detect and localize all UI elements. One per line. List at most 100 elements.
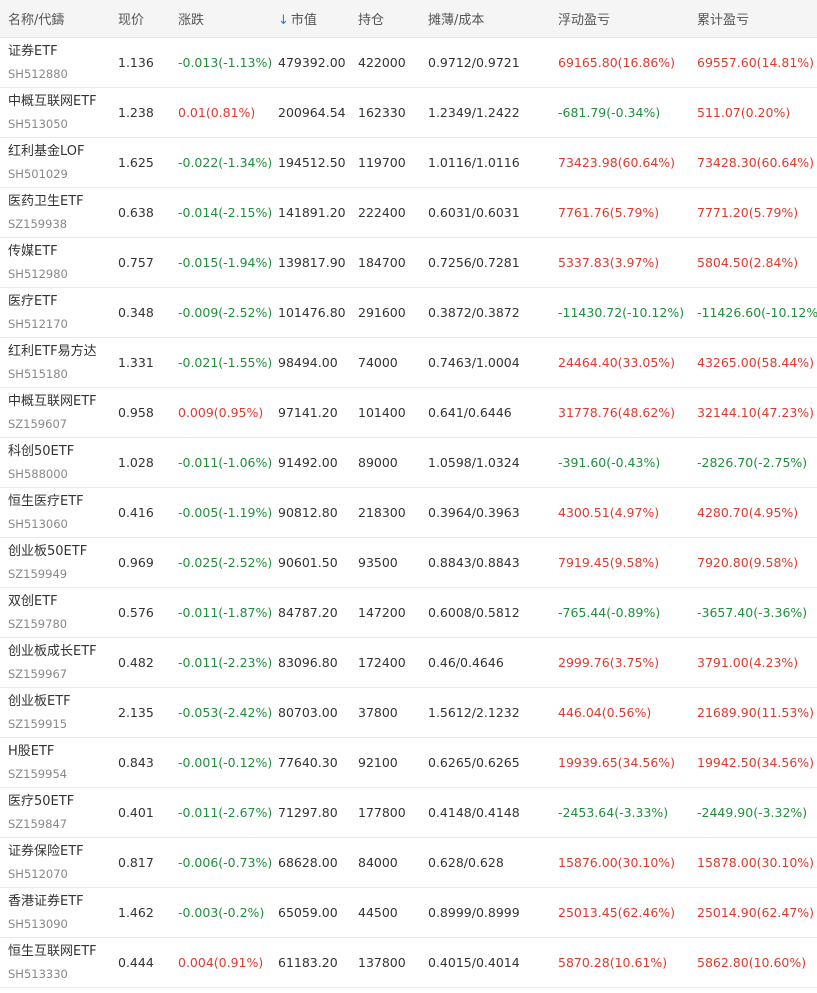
cell-market-value: 194512.50 [278, 155, 346, 170]
table-row[interactable]: 证券保险ETF SH512070 0.817 -0.006(-0.73%) 68628.… [0, 838, 817, 888]
cell-market-value: 77640.30 [278, 755, 338, 770]
fund-name[interactable]: 香港证券ETF [8, 893, 84, 911]
fund-name[interactable]: 医疗50ETF [8, 793, 74, 811]
fund-name[interactable]: 证券ETF [8, 43, 68, 61]
table-row[interactable]: 中概互联网ETF SZ159607 0.958 0.009(0.95%) 97141.2… [0, 388, 817, 438]
cell-position: 422000 [358, 55, 406, 70]
fund-code: SZ159847 [8, 817, 68, 831]
table-row[interactable]: 创业板50ETF SZ159949 0.969 -0.025(-2.52%) 90601… [0, 538, 817, 588]
cell-cost: 0.4148/0.4148 [428, 805, 520, 820]
fund-name[interactable]: 科创50ETF [8, 443, 74, 461]
table-row[interactable]: 双创ETF SZ159780 0.576 -0.011(-1.87%) 84787.20… [0, 588, 817, 638]
fund-name[interactable]: 创业板ETF [8, 693, 71, 711]
cell-change: -0.021(-1.55%) [178, 355, 273, 370]
fund-name[interactable]: 双创ETF [8, 593, 67, 611]
cell-market-value: 101476.80 [278, 305, 346, 320]
header-float-pl[interactable]: 浮动盈亏 [558, 9, 610, 28]
header-price[interactable]: 现价 [118, 9, 144, 28]
fund-name[interactable]: 恒生医疗ETF [8, 493, 84, 511]
table-row[interactable]: 红利基金LOF SH501029 1.625 -0.022(-1.34%) 194512… [0, 138, 817, 188]
cell-float-pl: 73423.98(60.64%) [558, 155, 676, 170]
holdings-table: 名称/代鑄 现价 涨跌 ↓ 市值 持仓 摊薄/成本 浮动盈亏 累计盈亏 证券ETF… [0, 0, 817, 988]
cell-position: 172400 [358, 655, 406, 670]
cell-float-pl: 5870.28(10.61%) [558, 955, 668, 970]
fund-name[interactable]: 中概互联网ETF [8, 93, 97, 111]
header-cost[interactable]: 摊薄/成本 [428, 9, 484, 28]
table-row[interactable]: 恒生互联网ETF SH513330 0.444 0.004(0.91%) 61183.2… [0, 938, 817, 988]
cell-position: 137800 [358, 955, 406, 970]
cell-change: -0.014(-2.15%) [178, 205, 273, 220]
table-row[interactable]: 科创50ETF SH588000 1.028 -0.011(-1.06%) 91492.… [0, 438, 817, 488]
cell-position: 222400 [358, 205, 406, 220]
cell-name-code: 恒生医疗ETF SH513060 [8, 493, 84, 533]
header-position[interactable]: 持仓 [358, 9, 384, 28]
table-row[interactable]: 红利ETF易方达 SH515180 1.331 -0.021(-1.55%) 98494… [0, 338, 817, 388]
header-name-code[interactable]: 名称/代鑄 [8, 9, 64, 28]
header-total-pl[interactable]: 累计盈亏 [697, 9, 749, 28]
cell-price: 1.136 [118, 55, 154, 70]
fund-name[interactable]: 医药卫生ETF [8, 193, 84, 211]
cell-float-pl: -391.60(-0.43%) [558, 455, 661, 470]
table-row[interactable]: 证券ETF SH512880 1.136 -0.013(-1.13%) 479392.0… [0, 38, 817, 88]
table-row[interactable]: 医疗ETF SH512170 0.348 -0.009(-2.52%) 101476.8… [0, 288, 817, 338]
cell-total-pl: 21689.90(11.53%) [697, 705, 815, 720]
cell-price: 0.817 [118, 855, 154, 870]
table-row[interactable]: 传媒ETF SH512980 0.757 -0.015(-1.94%) 139817.9… [0, 238, 817, 288]
cell-change: -0.015(-1.94%) [178, 255, 273, 270]
table-row[interactable]: H股ETF SZ159954 0.843 -0.001(-0.12%) 77640.30… [0, 738, 817, 788]
table-row[interactable]: 医疗50ETF SZ159847 0.401 -0.011(-2.67%) 71297.… [0, 788, 817, 838]
table-row[interactable]: 医药卫生ETF SZ159938 0.638 -0.014(-2.15%) 141891… [0, 188, 817, 238]
cell-name-code: 医疗50ETF SZ159847 [8, 793, 74, 833]
header-market-value[interactable]: ↓ 市值 [278, 9, 317, 28]
header-market-value-label: 市值 [290, 13, 317, 28]
cell-float-pl: 2999.76(3.75%) [558, 655, 660, 670]
cell-total-pl: 43265.00(58.44%) [697, 355, 815, 370]
table-row[interactable]: 创业板成长ETF SZ159967 0.482 -0.011(-2.23%) 83096… [0, 638, 817, 688]
fund-name[interactable]: 中概互联网ETF [8, 393, 97, 411]
cell-change: -0.011(-2.67%) [178, 805, 273, 820]
cell-price: 0.482 [118, 655, 154, 670]
cell-total-pl: 3791.00(4.23%) [697, 655, 799, 670]
cell-market-value: 139817.90 [278, 255, 346, 270]
cell-float-pl: 15876.00(30.10%) [558, 855, 676, 870]
cell-float-pl: 19939.65(34.56%) [558, 755, 676, 770]
cell-cost: 1.0598/1.0324 [428, 455, 520, 470]
fund-name[interactable]: 红利ETF易方达 [8, 343, 97, 361]
table-row[interactable]: 香港证券ETF SH513090 1.462 -0.003(-0.2%) 65059.0… [0, 888, 817, 938]
table-row[interactable]: 中概互联网ETF SH513050 1.238 0.01(0.81%) 200964.5… [0, 88, 817, 138]
cell-price: 0.757 [118, 255, 154, 270]
fund-code: SH512070 [8, 867, 68, 881]
table-row[interactable]: 创业板ETF SZ159915 2.135 -0.053(-2.42%) 80703.0… [0, 688, 817, 738]
cell-change: -0.011(-2.23%) [178, 655, 273, 670]
table-row[interactable]: 恒生医疗ETF SH513060 0.416 -0.005(-1.19%) 90812.… [0, 488, 817, 538]
fund-name[interactable]: 创业板成长ETF [8, 643, 97, 661]
header-change[interactable]: 涨跌 [178, 9, 204, 28]
cell-change: 0.004(0.91%) [178, 955, 264, 970]
cell-float-pl: 31778.76(48.62%) [558, 405, 676, 420]
fund-name[interactable]: 证券保险ETF [8, 843, 84, 861]
fund-code: SH513330 [8, 967, 68, 981]
cell-position: 291600 [358, 305, 406, 320]
cell-position: 177800 [358, 805, 406, 820]
fund-name[interactable]: H股ETF [8, 743, 67, 761]
fund-name[interactable]: 恒生互联网ETF [8, 943, 97, 961]
cell-change: -0.001(-0.12%) [178, 755, 273, 770]
cell-market-value: 61183.20 [278, 955, 338, 970]
cell-market-value: 80703.00 [278, 705, 338, 720]
fund-name[interactable]: 医疗ETF [8, 293, 68, 311]
cell-market-value: 479392.00 [278, 55, 346, 70]
fund-name[interactable]: 传媒ETF [8, 243, 68, 261]
fund-name[interactable]: 红利基金LOF [8, 143, 85, 161]
fund-code: SH515180 [8, 367, 68, 381]
cell-position: 89000 [358, 455, 398, 470]
cell-name-code: 证券保险ETF SH512070 [8, 843, 84, 883]
cell-name-code: 创业板50ETF SZ159949 [8, 543, 87, 583]
cell-price: 0.843 [118, 755, 154, 770]
cell-price: 0.638 [118, 205, 154, 220]
cell-cost: 0.8999/0.8999 [428, 905, 520, 920]
cell-market-value: 200964.54 [278, 105, 346, 120]
fund-name[interactable]: 创业板50ETF [8, 543, 87, 561]
fund-code: SH513060 [8, 517, 68, 531]
cell-name-code: 医药卫生ETF SZ159938 [8, 193, 84, 233]
cell-total-pl: 15878.00(30.10%) [697, 855, 815, 870]
